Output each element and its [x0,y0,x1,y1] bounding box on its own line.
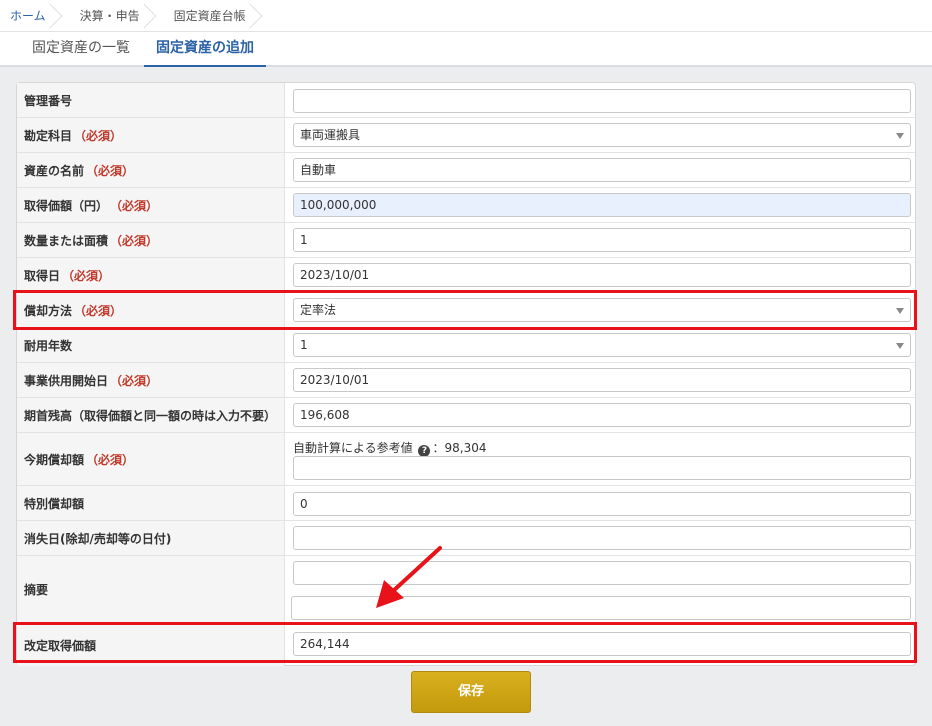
save-button[interactable]: 保存 [411,671,531,713]
label-acquisition-cost: 取得価額（円） （必須） [17,188,285,222]
revised-acquisition-cost-input[interactable]: 264,144 [293,632,911,656]
label-acquisition-date: 取得日 （必須） [17,258,285,292]
row-acquisition-cost: 取得価額（円） （必須） 100,000,000 [17,188,915,223]
service-start-date-input[interactable]: 2023/10/01 [293,368,911,392]
row-special-depreciation: 特別償却額 0 [17,486,915,521]
label-service-start-date: 事業供用開始日 （必須） [17,363,285,397]
label-depreciation-method: 償却方法 （必須） [17,293,285,327]
depreciation-method-select[interactable]: 定率法 [293,298,911,322]
annotation-arrow-icon [376,546,442,608]
row-service-start-date: 事業供用開始日 （必須） 2023/10/01 [17,363,915,398]
acquisition-date-input[interactable]: 2023/10/01 [293,263,911,287]
special-depreciation-input[interactable]: 0 [293,492,911,516]
row-memo: 摘要 [17,556,915,624]
breadcrumb-home[interactable]: ホーム [0,0,68,32]
row-acquisition-date: 取得日 （必須） 2023/10/01 [17,258,915,293]
tab-add-asset[interactable]: 固定資産の追加 [144,32,266,67]
row-disposal-date: 消失日(除却/売却等の日付) [17,521,915,556]
current-depreciation-input[interactable] [293,456,911,480]
account-select[interactable]: 車両運搬具 [293,123,911,147]
label-memo: 摘要 [17,556,285,623]
row-depreciation-method: 償却方法 （必須） 定率法 [17,293,915,328]
row-management-number: 管理番号 [17,83,915,118]
label-revised-acquisition-cost: 改定取得価額 [17,624,285,666]
depreciation-reference-hint: 自動計算による参考値 ? ：98,304 [293,441,487,457]
row-opening-balance: 期首残高（取得価額と同一額の時は入力不要） 196,608 [17,398,915,433]
label-opening-balance: 期首残高（取得価額と同一額の時は入力不要） [17,398,285,432]
label-management-number: 管理番号 [17,83,285,117]
breadcrumb-asset-ledger: 固定資産台帳 [162,0,268,32]
row-useful-life: 耐用年数 1 [17,328,915,363]
row-revised-acquisition-cost: 改定取得価額 264,144 [17,624,915,666]
opening-balance-input[interactable]: 196,608 [293,403,911,427]
row-account: 勘定科目 （必須） 車両運搬具 [17,118,915,153]
dropdown-caret-icon [896,343,904,349]
account-value: 車両運搬具 [300,128,361,142]
asset-form: 管理番号 勘定科目 （必須） 車両運搬具 資産の名前 （必須） 自動車 取得価額（円… [16,82,916,666]
label-account: 勘定科目 （必須） [17,118,285,152]
label-special-depreciation: 特別償却額 [17,486,285,520]
breadcrumb-closing[interactable]: 決算・申告 [68,0,162,32]
quantity-input[interactable]: 1 [293,228,911,252]
label-asset-name: 資産の名前 （必須） [17,153,285,187]
depreciation-method-value: 定率法 [300,303,337,317]
management-number-input[interactable] [293,89,911,113]
acquisition-cost-input[interactable]: 100,000,000 [293,193,911,217]
label-useful-life: 耐用年数 [17,328,285,362]
label-disposal-date: 消失日(除却/売却等の日付) [17,521,285,555]
breadcrumb: ホーム 決算・申告 固定資産台帳 [0,0,932,32]
dropdown-caret-icon [896,133,904,139]
tab-asset-list[interactable]: 固定資産の一覧 [20,32,142,67]
dropdown-caret-icon [896,308,904,314]
row-asset-name: 資産の名前 （必須） 自動車 [17,153,915,188]
tab-bar: 固定資産の一覧 固定資産の追加 [0,32,932,67]
label-current-depreciation: 今期償却額 （必須） [17,433,285,485]
useful-life-value: 1 [300,338,308,352]
row-current-depreciation: 今期償却額 （必須） 自動計算による参考値 ? ：98,304 [17,433,915,486]
asset-name-input[interactable]: 自動車 [293,158,911,182]
useful-life-select[interactable]: 1 [293,333,911,357]
label-quantity: 数量または面積 （必須） [17,223,285,257]
row-quantity: 数量または面積 （必須） 1 [17,223,915,258]
